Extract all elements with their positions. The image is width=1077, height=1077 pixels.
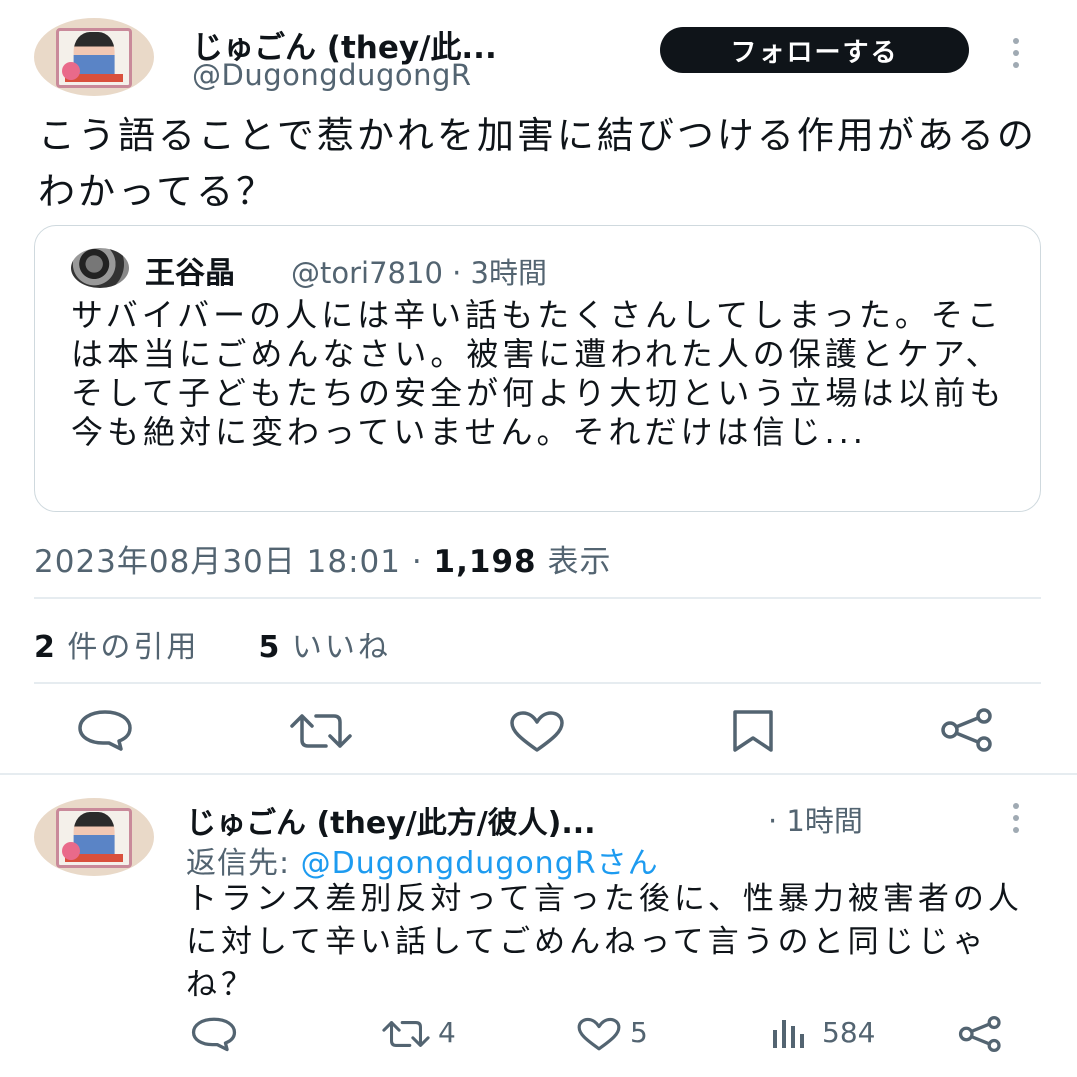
reply-author-name[interactable]: じゅごん (they/此方/彼人)... [186, 798, 596, 842]
views-icon[interactable] [770, 1016, 810, 1050]
quotes-count: 2 [34, 630, 55, 665]
reply-to-handle[interactable]: @DugongdugongRさん [301, 846, 659, 881]
tweet-stats: 2 件の引用 5 いいね [34, 622, 391, 666]
quoted-tweet[interactable]: 王谷晶 @tori7810 · 3時間 サバイバーの人には辛い話もたくさんしてし… [34, 225, 1041, 512]
likes-label: いいね [279, 630, 391, 665]
likes-count: 5 [258, 630, 280, 665]
reply-to-line: 返信先: @DugongdugongRさん [186, 838, 659, 882]
quoted-author-meta: @tori7810 · 3時間 [291, 256, 548, 290]
share-icon[interactable] [940, 708, 996, 752]
follow-button[interactable]: フォローする [660, 27, 969, 73]
tweet-text: こう語ることで惹かれを加害に結びつける作用があるのわかってる？ [38, 114, 1037, 213]
tweet-timestamp[interactable]: 2023年08月30日 18:01 · 1,198 表示 [34, 536, 611, 581]
more-options-icon[interactable] [1011, 38, 1021, 68]
quotes-stat[interactable]: 2 件の引用 [34, 630, 199, 665]
timestamp-text: 2023年08月30日 18:01 · [34, 544, 434, 580]
reply-share-icon[interactable] [958, 1016, 1004, 1052]
divider [34, 682, 1041, 684]
avatar-flower [62, 842, 80, 860]
reply-tweet-text: トランス差別反対って言った後に、性暴力被害者の人に対して辛い話してごめんねって言… [186, 881, 1023, 1003]
reply-views-count: 584 [822, 1016, 876, 1049]
reply-to-prefix: 返信先: [186, 846, 301, 881]
reply-more-options-icon[interactable] [1011, 803, 1021, 833]
views-label: 表示 [536, 544, 612, 580]
quotes-label: 件の引用 [54, 630, 200, 665]
reply-retweet-icon[interactable] [380, 1018, 432, 1050]
retweet-icon[interactable] [288, 710, 354, 752]
bookmark-icon[interactable] [729, 708, 777, 754]
author-avatar[interactable] [34, 18, 154, 96]
likes-stat[interactable]: 5 いいね [259, 630, 391, 665]
quoted-author-name[interactable]: 王谷晶 [145, 248, 235, 292]
reply-icon[interactable] [76, 708, 134, 752]
reply-time[interactable]: · 1時間 [768, 798, 863, 840]
avatar-flower [62, 62, 80, 80]
reply-reply-icon[interactable] [190, 1016, 238, 1052]
reply-like-count: 5 [630, 1016, 648, 1049]
reply-like-icon[interactable] [576, 1017, 622, 1052]
quoted-author-avatar[interactable] [71, 248, 129, 288]
divider [0, 773, 1077, 775]
reply-retweet-count: 4 [438, 1016, 456, 1049]
quoted-tweet-text: サバイバーの人には辛い話もたくさんしてしまった。そこは本当にごめんなさい。被害に… [71, 296, 1006, 451]
views-count: 1,198 [433, 544, 537, 580]
reply-author-avatar[interactable] [34, 798, 154, 876]
author-handle[interactable]: @DugongdugongR [192, 58, 472, 92]
like-icon[interactable] [508, 710, 566, 754]
divider [34, 597, 1041, 599]
